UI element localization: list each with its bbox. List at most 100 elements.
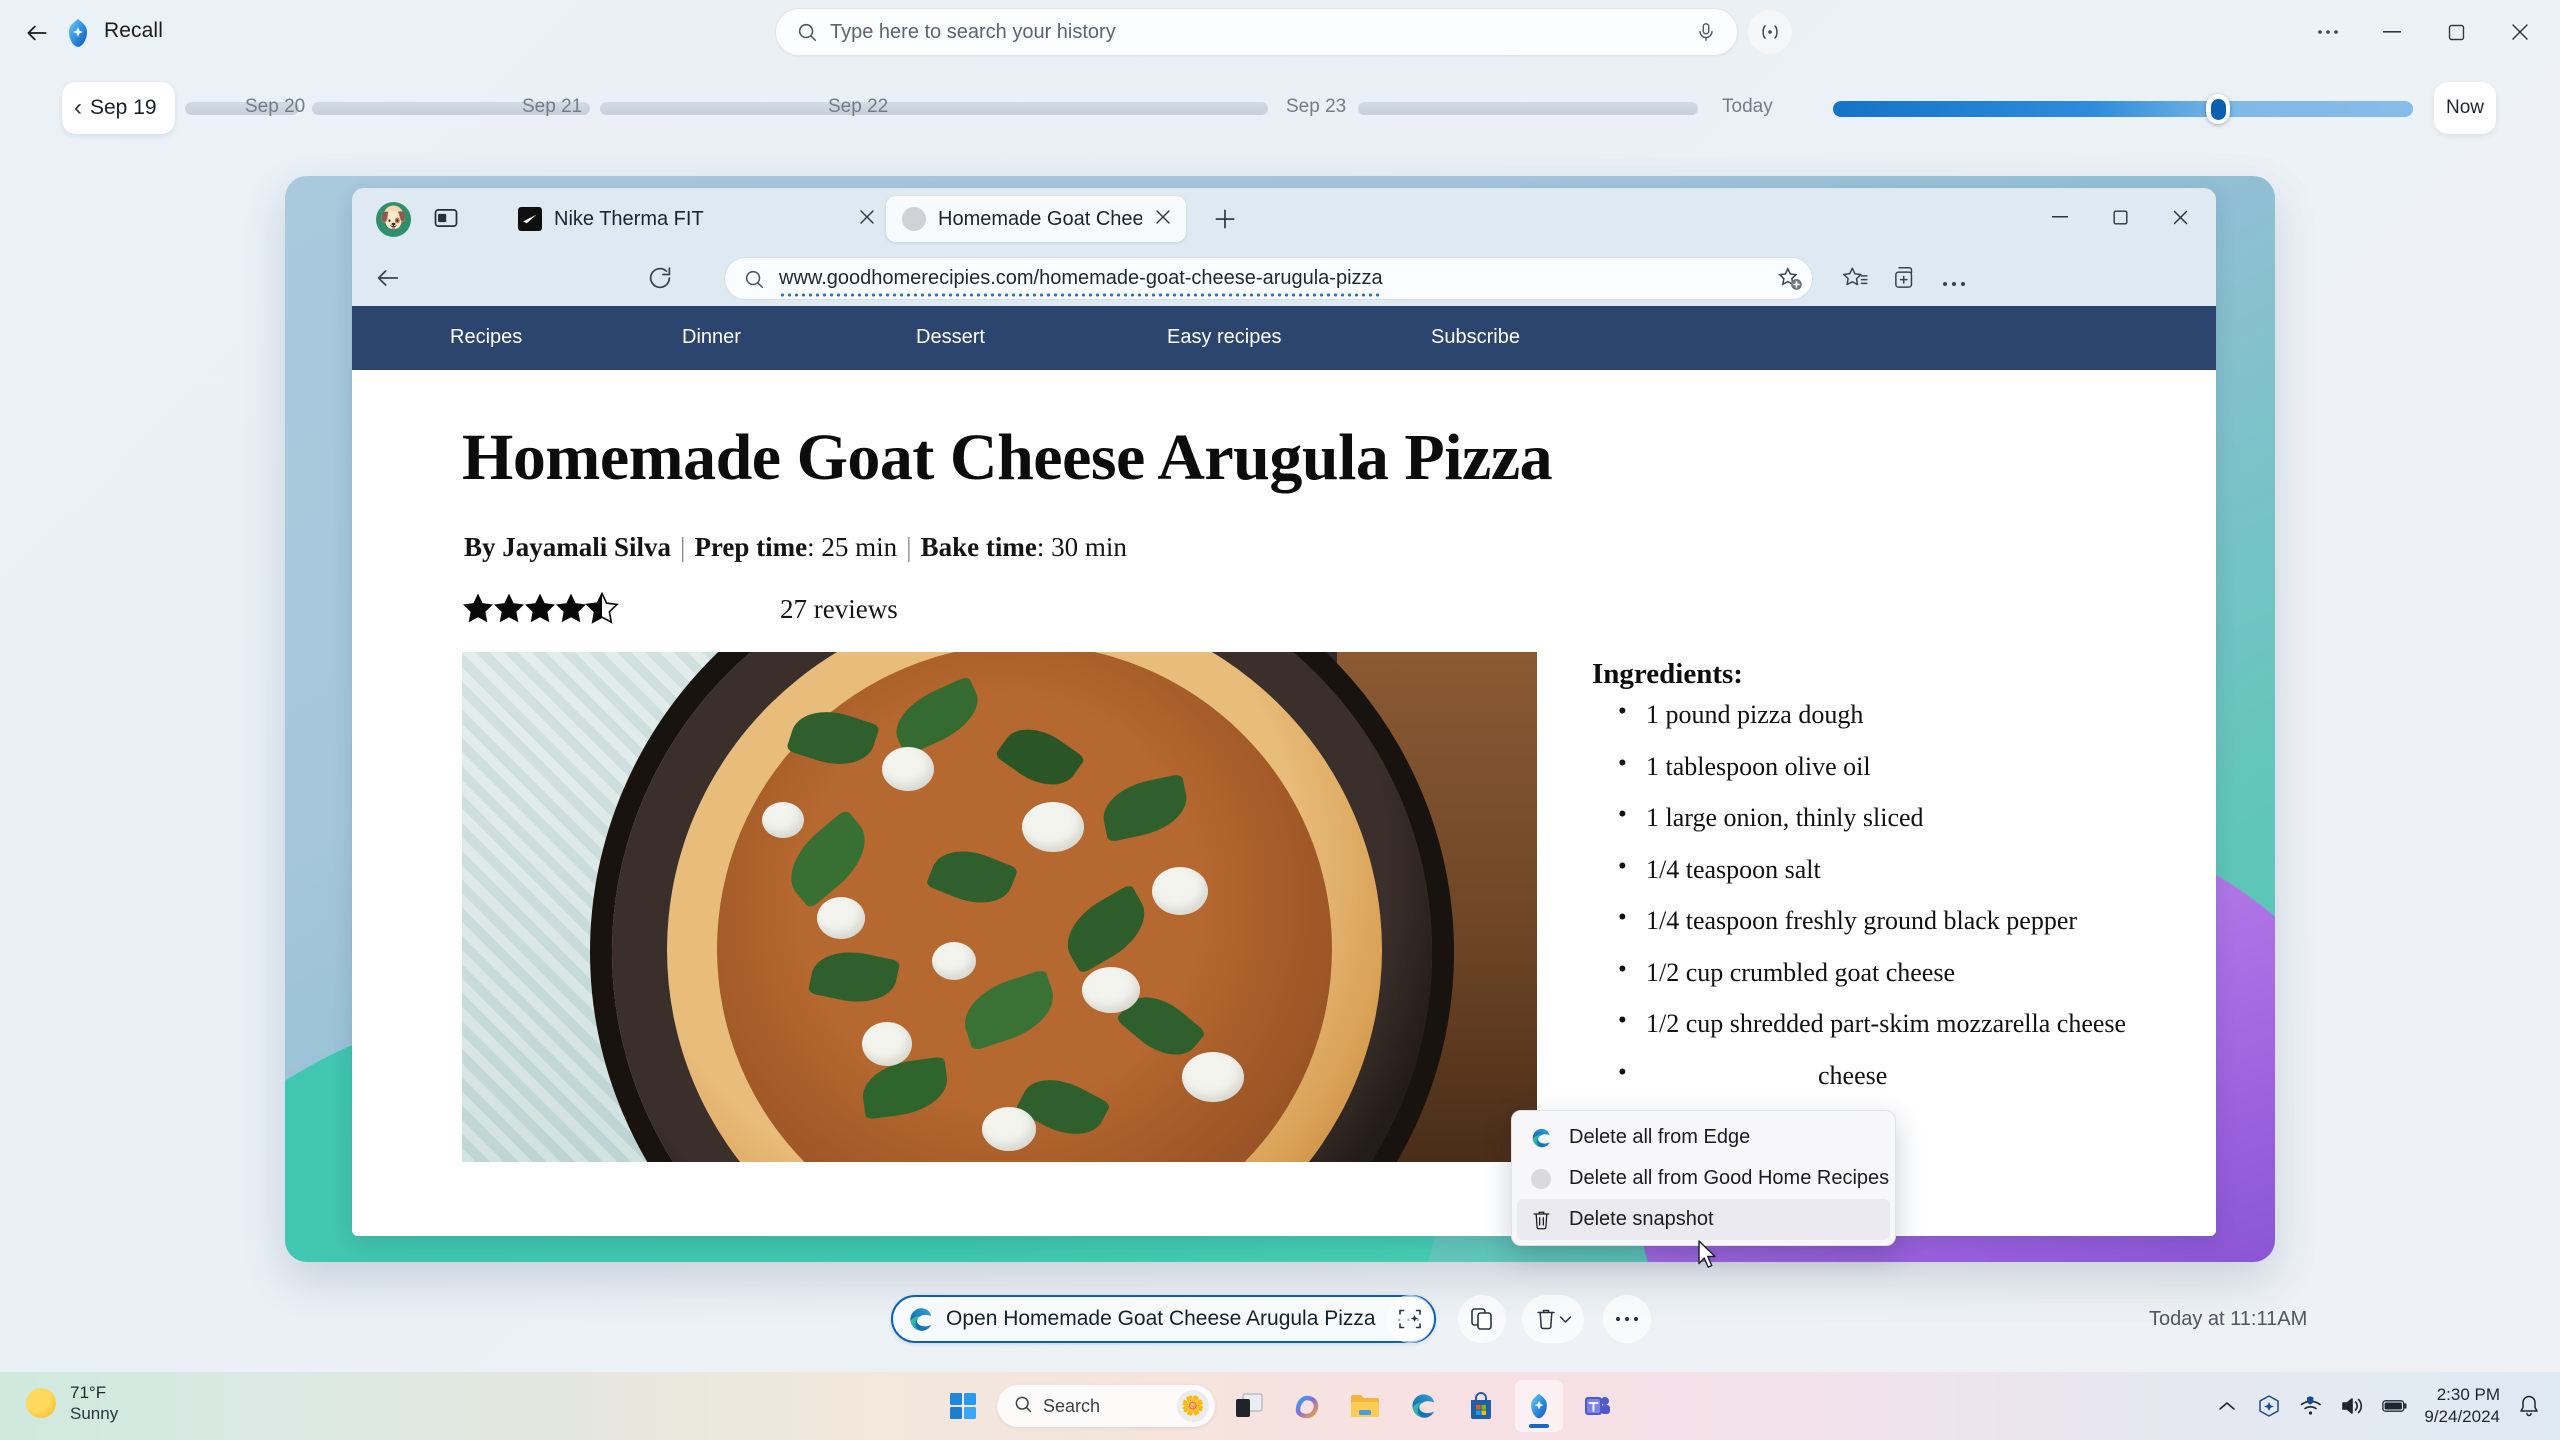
timeline-slider-track[interactable] [1833,101,2413,117]
timeline-segment[interactable] [1358,102,1698,115]
timeline-current-day[interactable]: ‹ Sep 19 [62,82,175,134]
tab-actions-icon[interactable] [432,204,460,232]
favorites-icon[interactable] [1841,264,1869,292]
review-count: 27 reviews [780,593,898,624]
edge-maximize-button[interactable] [2090,194,2150,240]
taskbar-item-file-explorer[interactable] [1341,1380,1389,1432]
taskbar-item-copilot[interactable] [1283,1380,1331,1432]
weather-condition: Sunny [70,1404,119,1424]
taskbar-search-placeholder: Search [1043,1395,1101,1416]
edge-more-options-icon[interactable] [1942,274,1970,286]
star-rating: 27 reviews [462,592,898,626]
site-favicon-icon [1529,1167,1553,1191]
voice-access-button[interactable] [1748,10,1792,54]
close-button[interactable] [2488,8,2552,56]
taskbar-clock[interactable]: 2:30 PM 9/24/2024 [2424,1384,2500,1428]
nav-item-dessert[interactable]: Dessert [916,326,985,349]
back-icon[interactable] [374,264,402,292]
byline-separator: | [906,532,912,562]
timeline-day-label: Today [1722,96,1773,117]
click-to-do-button[interactable] [1386,1295,1434,1343]
list-item: 1 pound pizza dough [1610,698,2216,730]
minimize-button[interactable] [2360,8,2424,56]
chevron-left-icon: ‹ [74,94,82,121]
menu-item-delete-snapshot[interactable]: Delete snapshot [1517,1199,1890,1240]
taskbar-weather-widget[interactable]: 71°F Sunny [26,1382,118,1425]
snapshot-timestamp: Today at 11:11AM [2149,1308,2308,1330]
search-icon [743,268,765,290]
nike-swoosh-icon [518,207,542,231]
edge-minimize-button[interactable] [2030,194,2090,240]
add-favorite-icon[interactable] [1776,265,1804,293]
menu-item-delete-all-from-edge[interactable]: Delete all from Edge [1517,1117,1890,1158]
chevron-down-icon [1559,1315,1571,1323]
chevron-up-icon[interactable] [2214,1393,2240,1419]
byline-separator: | [680,532,686,562]
recall-app-window: Recall Type here to search your history [0,0,2560,1440]
more-options-button[interactable] [2296,8,2360,56]
back-button[interactable] [18,14,56,52]
menu-item-label: Delete all from Edge [1569,1126,1751,1148]
profile-avatar[interactable]: 🐶 [376,202,411,237]
browser-tab-pizza[interactable]: Homemade Goat Cheese Arugula Pizz [886,196,1186,242]
search-input[interactable]: Type here to search your history [775,8,1738,56]
battery-icon[interactable] [2382,1393,2408,1419]
history-search[interactable]: Type here to search your history [775,8,1738,56]
close-icon[interactable] [858,208,880,230]
timeline-scrubber[interactable]: ‹ Sep 19 Sep 20 Sep 21 Sep 22 Sep 23 Tod… [0,80,2560,136]
refresh-icon[interactable] [646,264,674,292]
volume-icon[interactable] [2340,1393,2366,1419]
recipe-hero-image [462,652,1537,1162]
nav-item-easy-recipes[interactable]: Easy recipes [1167,326,1282,349]
copy-button[interactable] [1458,1295,1506,1343]
bell-icon[interactable] [2516,1393,2542,1419]
new-tab-button[interactable] [1212,206,1238,232]
close-icon[interactable] [1154,208,1176,230]
now-button[interactable]: Now [2434,82,2496,134]
taskbar-item-recall[interactable] [1515,1380,1563,1432]
taskbar-item-teams[interactable] [1573,1380,1621,1432]
collections-icon[interactable] [1891,264,1919,292]
ingredients-list: 1 pound pizza dough 1 tablespoon olive o… [1610,698,2216,1164]
edge-toolbar: www.goodhomerecipies.com/homemade-goat-c… [352,250,2216,306]
taskbar-search-box[interactable]: Search 🌼 [997,1385,1215,1427]
open-snapshot-label: Open Homemade Goat Cheese Arugula Pizza [946,1307,1376,1330]
copilot-tray-icon[interactable] [2256,1393,2282,1419]
taskbar-item-microsoft-store[interactable] [1457,1380,1505,1432]
lotus-icon[interactable]: 🌼 [1177,1390,1209,1422]
tab-title: Nike Therma FIT [554,207,704,230]
ingredients-heading: Ingredients: [1592,658,1743,690]
menu-item-label: Delete all from Good Home Recipes [1569,1167,1890,1189]
search-icon [796,21,818,43]
bake-time-label: Bake time [920,532,1037,562]
wifi-icon[interactable] [2298,1393,2324,1419]
trash-icon [1529,1208,1553,1232]
more-options-button[interactable] [1603,1295,1651,1343]
menu-item-delete-all-from-site[interactable]: Delete all from Good Home Recipes [1517,1158,1890,1199]
nav-item-dinner[interactable]: Dinner [682,326,741,349]
page-favicon [902,207,926,231]
timeline-segment[interactable] [908,102,1268,115]
edge-logo-icon [1529,1126,1553,1150]
prep-time-label: Prep time [694,532,808,562]
taskbar-item-task-view[interactable] [1225,1380,1273,1432]
mouse-cursor [1697,1240,1719,1272]
edge-close-button[interactable] [2150,194,2210,240]
nav-item-subscribe[interactable]: Subscribe [1431,326,1520,349]
taskbar-item-edge[interactable] [1399,1380,1447,1432]
current-day-label: Sep 19 [90,96,157,119]
nav-item-recipes[interactable]: Recipes [450,326,522,349]
list-item: cheese [1610,1059,2216,1091]
browser-tab-nike[interactable]: Nike Therma FIT [502,196,874,242]
list-item: 1/4 teaspoon salt [1610,853,2216,885]
maximize-button[interactable] [2424,8,2488,56]
open-snapshot-button[interactable]: Open Homemade Goat Cheese Arugula Pizza … [891,1295,1436,1343]
timeline-slider-thumb[interactable] [2206,94,2230,124]
delete-button[interactable] [1522,1295,1584,1343]
edge-logo-icon [907,1306,934,1333]
list-item: 1 tablespoon olive oil [1610,750,2216,782]
address-bar[interactable]: www.goodhomerecipies.com/homemade-goat-c… [724,257,1813,300]
microphone-icon[interactable] [1695,20,1717,44]
edge-browser-window: 🐶 Nike Therma FIT Homemade Goat Cheese A… [352,188,2216,1236]
windows-start-icon[interactable] [939,1380,987,1432]
